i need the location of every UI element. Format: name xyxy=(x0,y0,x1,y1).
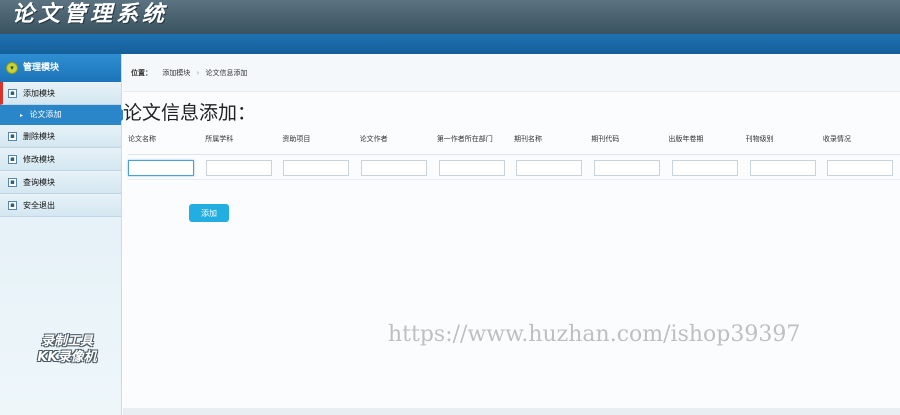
sidebar: ▾ 管理模块 ▪ 添加模块 ▸ 论文添加 ▪ 删除模块 ▪ 修改模块 ▪ 查询模… xyxy=(0,54,129,415)
header-bar xyxy=(0,34,900,54)
first-author-dept-input[interactable] xyxy=(438,160,505,176)
sidebar-item-label: 安全退出 xyxy=(23,200,55,210)
doc-icon: ▪ xyxy=(8,177,17,187)
sidebar-item-edit[interactable]: ▪ 修改模块 xyxy=(0,148,121,171)
journal-level-input[interactable] xyxy=(749,160,816,176)
main-content: 位置： 添加模块 › 论文信息添加 论文信息添加： 论文名称 所属学科 资助项目… xyxy=(123,54,900,415)
sidebar-item-add[interactable]: ▪ 添加模块 xyxy=(0,82,121,105)
doc-icon: ▪ xyxy=(8,200,17,210)
column-header: 期刊名称 xyxy=(514,135,543,143)
doc-icon: ▪ xyxy=(8,131,17,141)
recorder-watermark: 录制工具 KK录像机 xyxy=(22,334,112,366)
footer-strip xyxy=(123,408,900,415)
form-header-row: 论文名称 所属学科 资助项目 论文作者 第一作者所在部门 期刊名称 期刊代码 出… xyxy=(128,130,900,148)
breadcrumb-lead: 位置： xyxy=(131,69,152,77)
column-header: 期刊代码 xyxy=(591,135,620,143)
subject-input[interactable] xyxy=(205,160,272,176)
page-title: 论文信息添加： xyxy=(123,102,257,124)
column-header: 所属学科 xyxy=(205,135,234,143)
journal-name-input[interactable] xyxy=(516,160,583,176)
doc-icon: ▪ xyxy=(8,154,17,164)
breadcrumb-item[interactable]: 添加模块 xyxy=(162,69,190,77)
funding-project-input[interactable] xyxy=(283,160,350,176)
sidebar-item-logout[interactable]: ▪ 安全退出 xyxy=(0,194,121,217)
column-header: 论文名称 xyxy=(128,135,156,143)
paper-name-input[interactable] xyxy=(128,160,194,176)
recorder-watermark-line2: KK录像机 xyxy=(37,350,97,365)
journal-code-input[interactable] xyxy=(594,160,661,176)
breadcrumb-separator-icon: › xyxy=(196,69,200,77)
doc-icon: ▪ xyxy=(8,88,17,98)
sidebar-item-label: 查询模块 xyxy=(23,177,55,187)
column-header: 论文作者 xyxy=(359,135,388,143)
sidebar-subitem-paper-add[interactable]: ▸ 论文添加 xyxy=(0,105,129,125)
sidebar-item-delete[interactable]: ▪ 删除模块 xyxy=(0,125,121,148)
author-input[interactable] xyxy=(361,160,428,176)
indexing-status-input[interactable] xyxy=(827,160,894,176)
column-header: 刊物级别 xyxy=(745,135,774,143)
form-input-row xyxy=(128,154,900,180)
add-button[interactable]: 添加 xyxy=(189,204,229,222)
sidebar-item-label: 修改模块 xyxy=(23,154,55,164)
sidebar-header-label: 管理模块 xyxy=(23,63,60,73)
app-title: 论文管理系统 xyxy=(12,1,169,27)
breadcrumb: 位置： 添加模块 › 论文信息添加 xyxy=(123,54,900,92)
column-header: 第一作者所在部门 xyxy=(436,135,493,143)
column-header: 出版年卷期 xyxy=(668,135,704,143)
sidebar-item-label: 删除模块 xyxy=(23,131,55,141)
recorder-watermark-line1: 录制工具 xyxy=(40,334,93,349)
sidebar-header[interactable]: ▾ 管理模块 xyxy=(0,54,121,82)
sidebar-item-label: 添加模块 xyxy=(23,88,55,98)
chevron-down-icon: ▾ xyxy=(6,62,18,74)
sidebar-item-query[interactable]: ▪ 查询模块 xyxy=(0,171,121,194)
caret-right-icon: ▸ xyxy=(20,112,24,119)
sidebar-subitem-label: 论文添加 xyxy=(29,110,62,119)
url-watermark: https://www.huzhan.com/ishop39397 xyxy=(388,322,801,347)
breadcrumb-item[interactable]: 论文信息添加 xyxy=(206,69,248,77)
column-header: 资助项目 xyxy=(282,135,311,143)
publish-year-issue-input[interactable] xyxy=(671,160,738,176)
app-header: 论文管理系统 xyxy=(0,0,900,54)
paper-form: 论文名称 所属学科 资助项目 论文作者 第一作者所在部门 期刊名称 期刊代码 出… xyxy=(128,130,900,180)
column-header: 收录情况 xyxy=(822,135,851,143)
